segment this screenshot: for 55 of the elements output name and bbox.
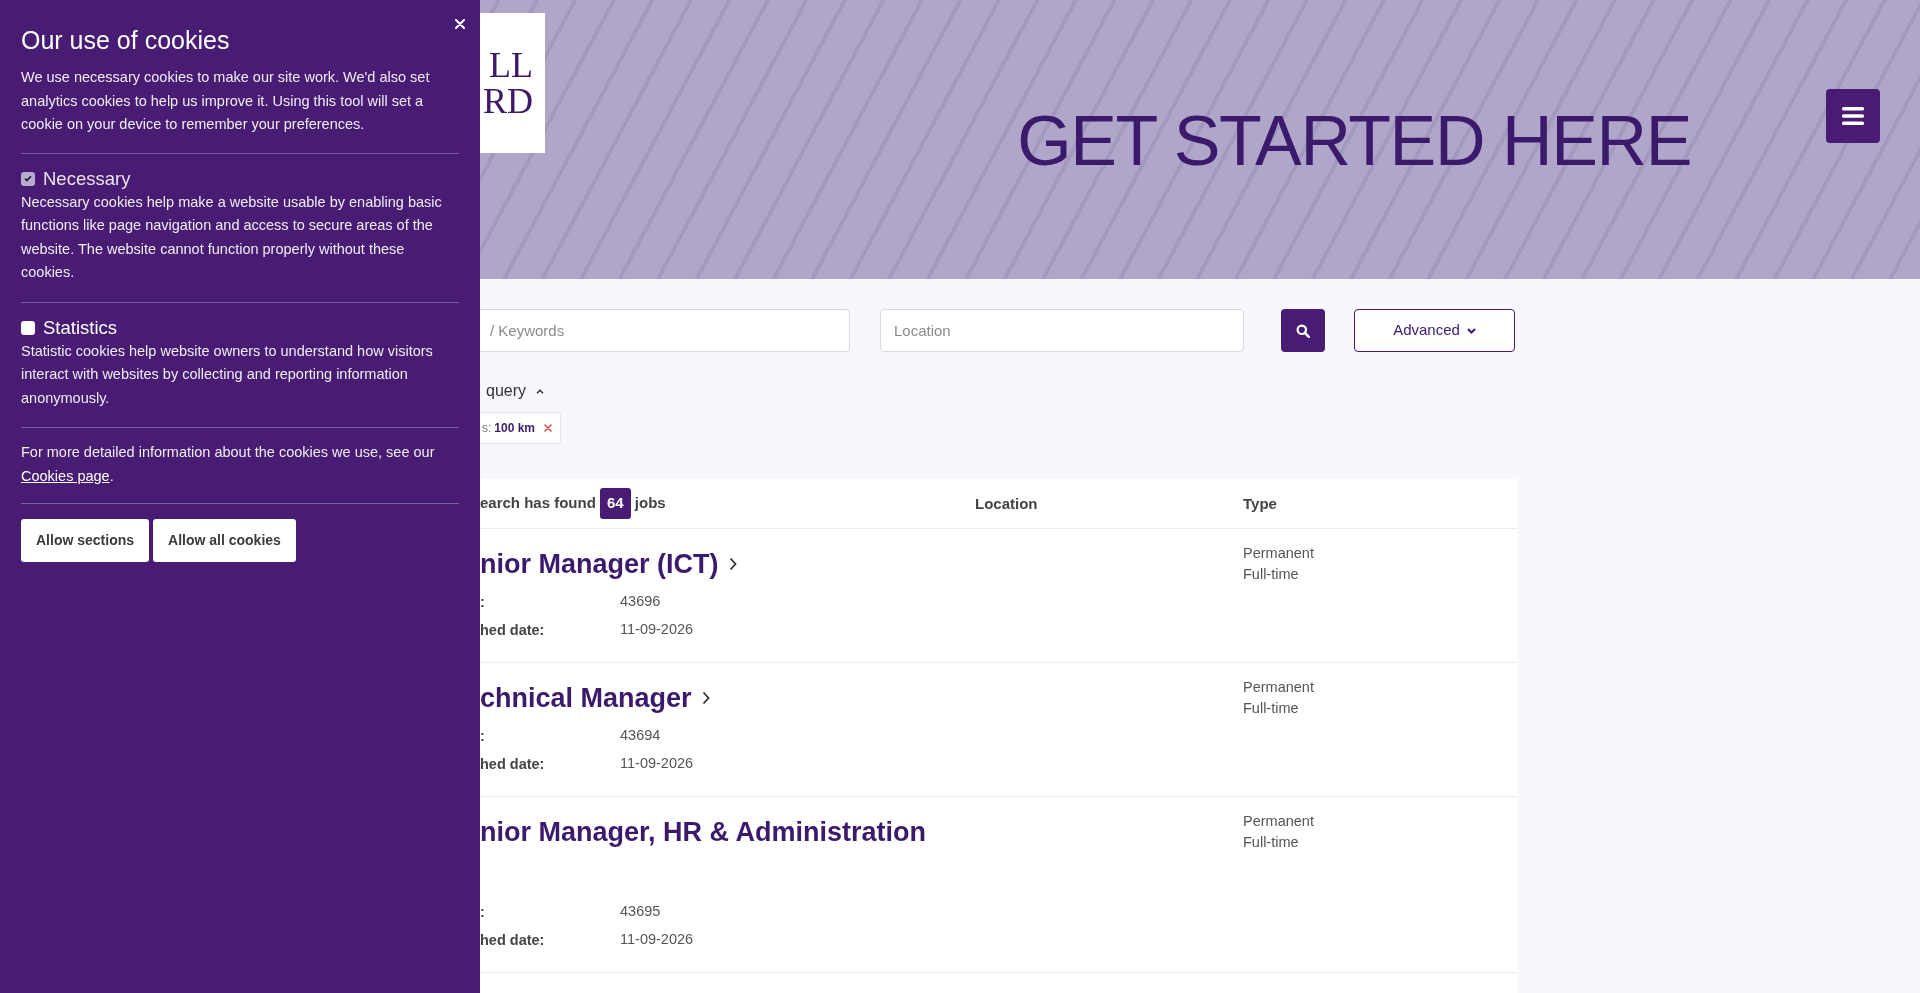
result-count-badge: 64 <box>599 488 631 519</box>
field-value: 11-09-2026 <box>620 754 694 774</box>
job-type-text: Full-time <box>1243 699 1299 718</box>
job-type-text: Permanent <box>1243 812 1314 831</box>
chevron-right-icon <box>701 691 710 705</box>
filter-label: s: <box>482 420 492 437</box>
menu-icon <box>1842 107 1864 125</box>
field-value: 11-09-2026 <box>620 620 694 640</box>
job-type-text: Full-time <box>1243 833 1299 852</box>
field-value: 43694 <box>620 726 661 746</box>
section-description: Statistic cookies help website owners to understand how visitors interact with websites by collecting and reporting information anonymously. <box>21 341 434 408</box>
field-value: 43695 <box>620 902 661 922</box>
checkbox[interactable] <box>21 320 35 335</box>
keywords-field[interactable]: / Keywords <box>480 309 850 352</box>
checkbox-label: Statistics <box>43 315 118 340</box>
advanced-button[interactable]: Advanced <box>1354 309 1515 352</box>
cookies-page-link[interactable]: Cookies page <box>21 467 110 484</box>
field-label: : <box>480 904 485 920</box>
field-label: : <box>480 728 485 744</box>
close-button[interactable] <box>453 17 467 31</box>
more-info-text: For more detailed information about the cookies we use, see our Cookies page. <box>21 443 436 486</box>
results-unit: jobs <box>634 493 666 514</box>
logo[interactable]: LL RD <box>480 13 545 153</box>
field-label: hed date: <box>480 756 545 772</box>
field-value: 11-09-2026 <box>620 930 694 950</box>
cookie-panel-title: Our use of cookies <box>21 25 231 55</box>
location-field[interactable]: Location <box>880 309 1244 352</box>
check-icon <box>24 175 32 182</box>
field-label: hed date: <box>480 622 545 638</box>
column-header: Location <box>975 494 1038 512</box>
job-title-link[interactable]: chnical Manager <box>480 680 710 716</box>
field-label: : <box>480 594 485 610</box>
remove-icon[interactable] <box>544 424 552 432</box>
menu-button[interactable] <box>1826 89 1880 143</box>
banner-title: GET STARTED HERE <box>1017 106 1691 176</box>
cookie-intro-text: We use necessary cookies to make our site work. We'd also set analytics cookies to help us improve it. Using this tool will set a cookie on your device to remember your preferences. <box>21 68 431 134</box>
field-label: hed date: <box>480 932 545 948</box>
section-description: Necessary cookies help make a website usable by enabling basic functions like page navigation and access to secure areas of the website. The website cannot function properly without these cookies. <box>21 192 443 282</box>
field-value: 43696 <box>620 592 661 612</box>
job-type-text: Permanent <box>1243 678 1314 697</box>
checkbox-label: Necessary <box>43 166 131 191</box>
column-header: Type <box>1243 494 1277 512</box>
cookie-button[interactable]: Allow sections <box>21 519 150 562</box>
close-icon <box>455 19 465 29</box>
cookie-button[interactable]: Allow all cookies <box>153 519 296 562</box>
job-type-text: Full-time <box>1243 565 1299 584</box>
job-title-link[interactable]: nior Manager (ICT) <box>480 546 737 582</box>
search-button[interactable] <box>1281 309 1325 352</box>
results-summary: earch has found <box>480 493 596 514</box>
job-type-text: Permanent <box>1243 544 1314 563</box>
job-title-link[interactable]: nior Manager, HR & Administration <box>480 814 927 850</box>
filter-value: 100 km <box>494 420 536 437</box>
chevron-right-icon <box>728 557 737 571</box>
search-query-toggle[interactable]: query <box>486 381 545 401</box>
search-icon <box>1296 323 1310 338</box>
